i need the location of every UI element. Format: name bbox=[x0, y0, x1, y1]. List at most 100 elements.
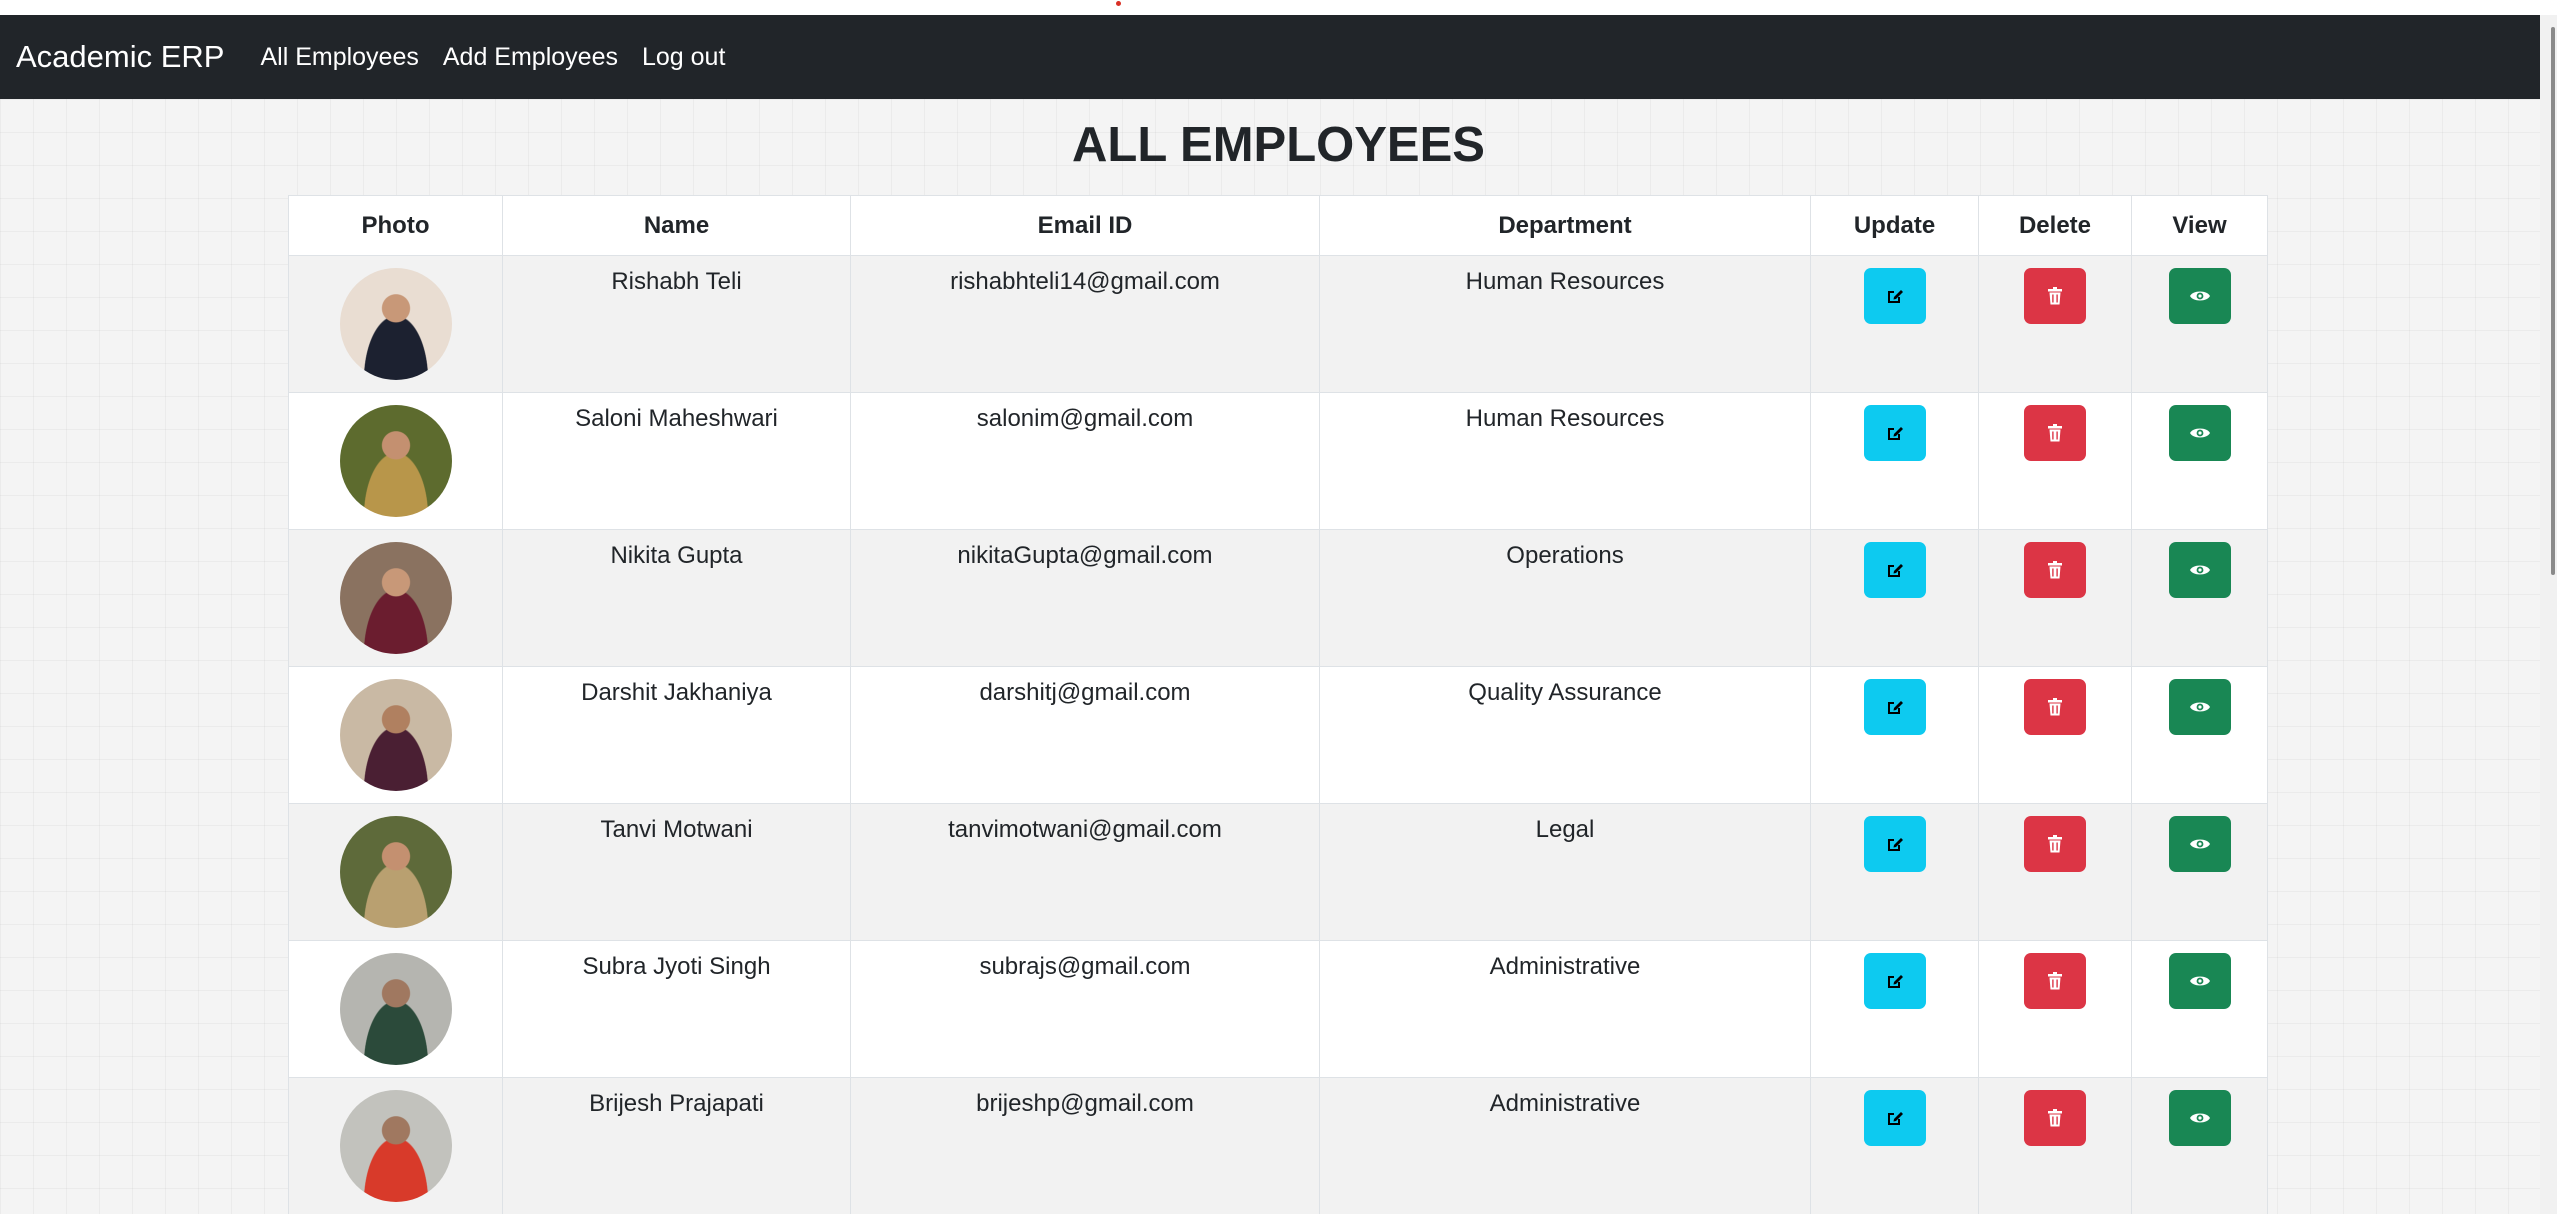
delete-cell bbox=[1978, 392, 2132, 530]
email-cell: subrajs@gmail.com bbox=[850, 940, 1320, 1078]
update-button[interactable] bbox=[1863, 816, 1926, 872]
view-cell bbox=[2131, 255, 2268, 393]
trash-icon bbox=[2046, 1108, 2064, 1128]
table-row: Rishabh Teli rishabhteli14@gmail.com Human… bbox=[288, 255, 2268, 393]
table-row: Tanvi Motwani tanvimotwani@gmail.com Legal bbox=[288, 803, 2268, 941]
view-cell bbox=[2131, 529, 2268, 667]
eye-icon bbox=[2189, 1110, 2211, 1126]
employee-avatar bbox=[339, 679, 452, 791]
update-button[interactable] bbox=[1863, 953, 1926, 1009]
edit-icon bbox=[1885, 423, 1905, 443]
name-cell: Brijesh Prajapati bbox=[502, 1077, 851, 1214]
view-button[interactable] bbox=[2168, 679, 2231, 735]
trash-icon bbox=[2046, 286, 2064, 306]
top-navbar: Academic ERP All Employees Add Employees… bbox=[0, 15, 2540, 99]
delete-button[interactable] bbox=[2024, 405, 2086, 461]
employees-table: Photo Name Email ID Department Update De… bbox=[288, 195, 2268, 1214]
edit-icon bbox=[1885, 697, 1905, 717]
photo-cell bbox=[288, 666, 503, 804]
update-cell bbox=[1810, 803, 1979, 941]
trash-icon bbox=[2046, 834, 2064, 854]
trash-icon bbox=[2046, 971, 2064, 991]
email-cell: nikitaGupta@gmail.com bbox=[850, 529, 1320, 667]
delete-cell bbox=[1978, 803, 2132, 941]
view-button[interactable] bbox=[2168, 268, 2231, 324]
table-row: Saloni Maheshwari salonim@gmail.com Human … bbox=[288, 392, 2268, 530]
employee-avatar bbox=[339, 953, 452, 1065]
header-name: Name bbox=[502, 195, 851, 256]
update-cell bbox=[1810, 666, 1979, 804]
name-cell: Tanvi Motwani bbox=[502, 803, 851, 941]
view-button[interactable] bbox=[2168, 405, 2231, 461]
table-row: Darshit Jakhaniya darshitj@gmail.com Quali… bbox=[288, 666, 2268, 804]
delete-button[interactable] bbox=[2024, 953, 2086, 1009]
trash-icon bbox=[2046, 697, 2064, 717]
delete-button[interactable] bbox=[2024, 816, 2086, 872]
delete-cell bbox=[1978, 1077, 2132, 1214]
update-cell bbox=[1810, 392, 1979, 530]
name-cell: Darshit Jakhaniya bbox=[502, 666, 851, 804]
department-cell: Human Resources bbox=[1319, 255, 1811, 393]
email-cell: tanvimotwani@gmail.com bbox=[850, 803, 1320, 941]
update-button[interactable] bbox=[1863, 679, 1926, 735]
header-photo: Photo bbox=[288, 195, 503, 256]
department-cell: Operations bbox=[1319, 529, 1811, 667]
trash-icon bbox=[2046, 423, 2064, 443]
photo-cell bbox=[288, 392, 503, 530]
update-button[interactable] bbox=[1863, 405, 1926, 461]
table-row: Subra Jyoti Singh subrajs@gmail.com Admini… bbox=[288, 940, 2268, 1078]
view-button[interactable] bbox=[2168, 1090, 2231, 1146]
browser-top-strip bbox=[0, 0, 2557, 15]
delete-button[interactable] bbox=[2024, 679, 2086, 735]
eye-icon bbox=[2189, 562, 2211, 578]
eye-icon bbox=[2189, 973, 2211, 989]
edit-icon bbox=[1885, 1108, 1905, 1128]
table-row: Brijesh Prajapati brijeshp@gmail.com Admin… bbox=[288, 1077, 2268, 1214]
update-button[interactable] bbox=[1863, 268, 1926, 324]
delete-button[interactable] bbox=[2024, 542, 2086, 598]
vertical-scrollbar[interactable] bbox=[2540, 15, 2557, 1214]
view-button[interactable] bbox=[2168, 953, 2231, 1009]
header-department: Department bbox=[1319, 195, 1811, 256]
delete-button[interactable] bbox=[2024, 1090, 2086, 1146]
nav-link-all-employees[interactable]: All Employees bbox=[260, 43, 418, 72]
eye-icon bbox=[2189, 288, 2211, 304]
eye-icon bbox=[2189, 425, 2211, 441]
employee-avatar bbox=[339, 268, 452, 380]
name-cell: Subra Jyoti Singh bbox=[502, 940, 851, 1078]
photo-cell bbox=[288, 255, 503, 393]
update-button[interactable] bbox=[1863, 1090, 1926, 1146]
update-cell bbox=[1810, 1077, 1979, 1214]
edit-icon bbox=[1885, 971, 1905, 991]
email-cell: salonim@gmail.com bbox=[850, 392, 1320, 530]
trash-icon bbox=[2046, 560, 2064, 580]
name-cell: Saloni Maheshwari bbox=[502, 392, 851, 530]
photo-cell bbox=[288, 1077, 503, 1214]
department-cell: Quality Assurance bbox=[1319, 666, 1811, 804]
header-email: Email ID bbox=[850, 195, 1320, 256]
edit-icon bbox=[1885, 286, 1905, 306]
department-cell: Human Resources bbox=[1319, 392, 1811, 530]
update-cell bbox=[1810, 529, 1979, 667]
navbar-brand[interactable]: Academic ERP bbox=[16, 39, 224, 75]
loading-dot-icon bbox=[1116, 1, 1121, 6]
update-cell bbox=[1810, 255, 1979, 393]
update-button[interactable] bbox=[1863, 542, 1926, 598]
photo-cell bbox=[288, 940, 503, 1078]
header-delete: Delete bbox=[1978, 195, 2132, 256]
view-cell bbox=[2131, 392, 2268, 530]
delete-cell bbox=[1978, 666, 2132, 804]
header-update: Update bbox=[1810, 195, 1979, 256]
delete-button[interactable] bbox=[2024, 268, 2086, 324]
nav-link-add-employees[interactable]: Add Employees bbox=[443, 43, 618, 72]
nav-link-log-out[interactable]: Log out bbox=[642, 43, 725, 72]
update-cell bbox=[1810, 940, 1979, 1078]
department-cell: Administrative bbox=[1319, 940, 1811, 1078]
view-button[interactable] bbox=[2168, 816, 2231, 872]
department-cell: Legal bbox=[1319, 803, 1811, 941]
view-button[interactable] bbox=[2168, 542, 2231, 598]
employee-avatar bbox=[339, 816, 452, 928]
edit-icon bbox=[1885, 560, 1905, 580]
delete-cell bbox=[1978, 255, 2132, 393]
view-cell bbox=[2131, 803, 2268, 941]
